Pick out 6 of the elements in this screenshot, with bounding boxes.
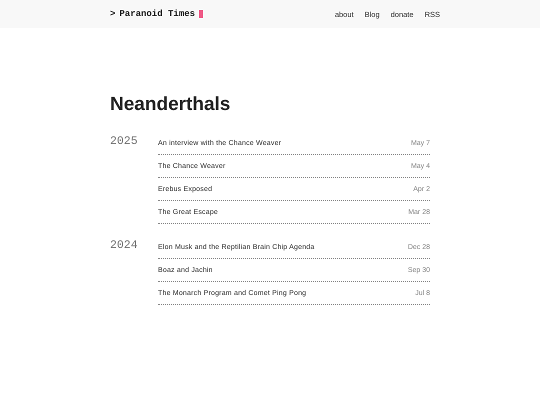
year-heading: 2025: [110, 134, 139, 150]
cursor-icon: [199, 10, 204, 18]
site-title[interactable]: Paranoid Times: [119, 9, 196, 19]
year-heading: 2024: [110, 238, 139, 254]
page-title: Neanderthals: [110, 94, 232, 116]
prompt-symbol: >: [110, 9, 116, 19]
